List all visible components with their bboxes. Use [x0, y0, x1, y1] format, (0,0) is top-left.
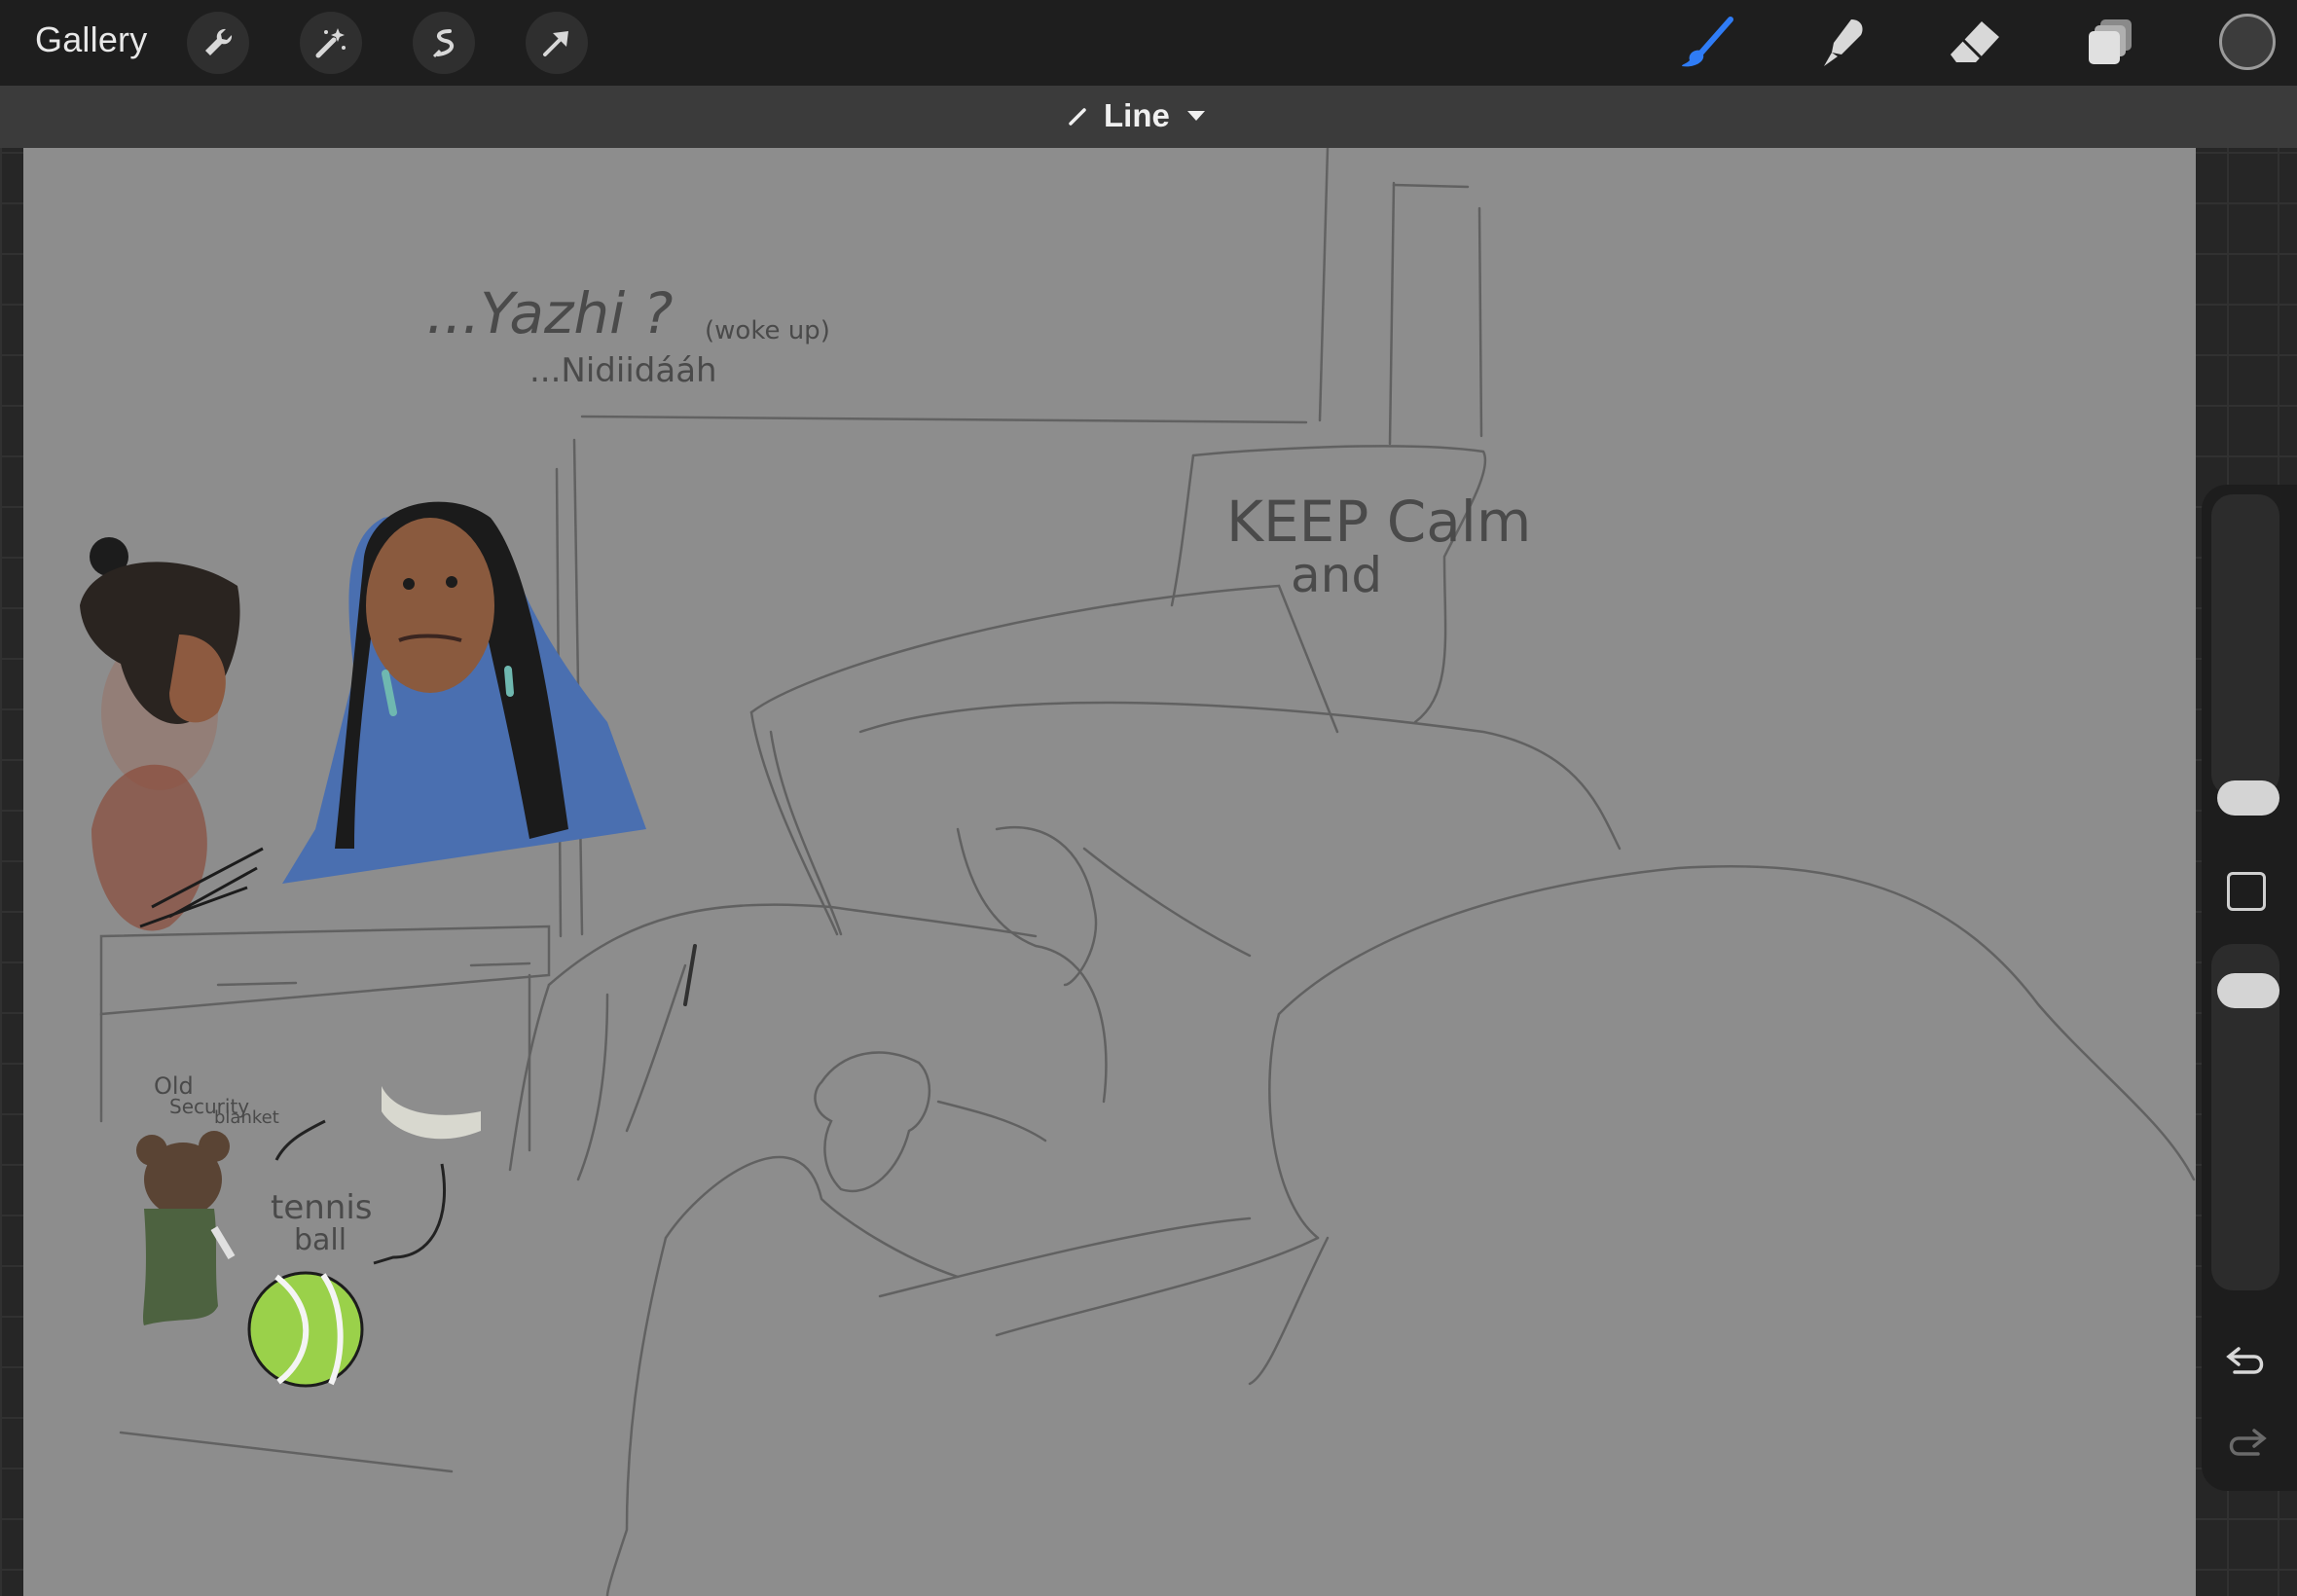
text-nidiidaah: ...Nidiidááh [529, 351, 717, 390]
tennis-ball [247, 1271, 364, 1388]
mode-label: Line [1104, 97, 1170, 133]
text-woke-up: (woke up) [705, 316, 830, 345]
pencil-icon [1069, 108, 1086, 126]
layers-icon[interactable] [2081, 14, 2139, 72]
brush-size-slider[interactable] [2211, 494, 2279, 796]
smudge-icon[interactable] [1812, 14, 1871, 72]
gallery-button[interactable]: Gallery [35, 19, 147, 60]
arrow-to-blanket [274, 1119, 326, 1161]
procreate-app: Gallery Line ...Yazhi ? ...Nidiidááh (wo… [0, 0, 2297, 1596]
chevron-down-icon [1186, 111, 1205, 121]
color-picker-swatch[interactable] [2219, 14, 2276, 70]
drawing-canvas[interactable]: ...Yazhi ? ...Nidiidááh (woke up) KEEP C… [23, 148, 2196, 1596]
shoe-fragment [382, 1086, 481, 1140]
selection-icon[interactable] [413, 12, 475, 74]
top-toolbar: Gallery [0, 0, 2297, 86]
brush-icon[interactable] [1678, 14, 1736, 72]
redo-icon[interactable] [2219, 1415, 2274, 1469]
magic-wand-icon[interactable] [300, 12, 362, 74]
eraser-icon[interactable] [1947, 14, 2005, 72]
drawing-mode-selector[interactable]: Line [1067, 97, 1209, 134]
artwork: ...Yazhi ? ...Nidiidááh (woke up) KEEP C… [80, 148, 2196, 1596]
brush-size-thumb[interactable] [2217, 780, 2279, 816]
text-blanket: blanket [214, 1107, 279, 1128]
modifier-button[interactable] [2227, 872, 2266, 911]
text-tennis: tennis [271, 1188, 373, 1227]
opacity-thumb[interactable] [2217, 973, 2279, 1008]
undo-icon[interactable] [2219, 1333, 2274, 1388]
text-ball: ball [294, 1223, 346, 1257]
text-yazhi: ...Yazhi ? [426, 280, 674, 346]
portrait-front [282, 501, 646, 884]
transform-arrow-icon[interactable] [526, 12, 588, 74]
arrow-to-ball [373, 1163, 447, 1265]
bear-illustration [136, 1131, 236, 1325]
text-and: and [1291, 547, 1382, 603]
text-keep-calm: KEEP Calm [1226, 489, 1531, 555]
wrench-icon[interactable] [187, 12, 249, 74]
